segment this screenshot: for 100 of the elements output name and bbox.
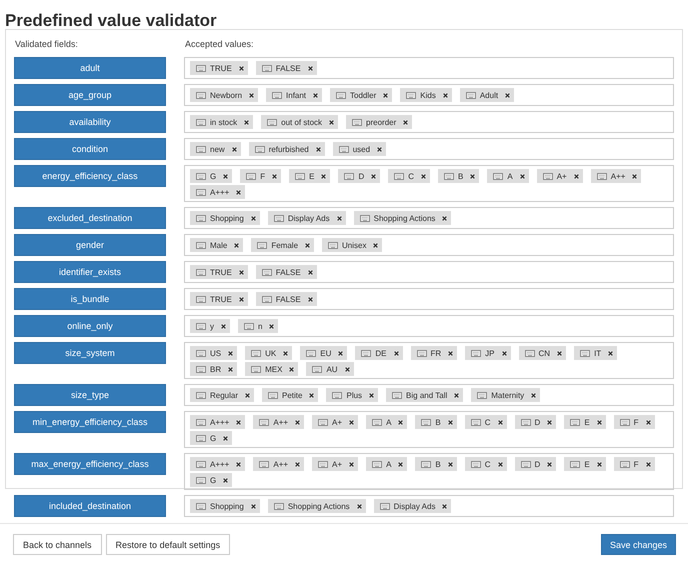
remove-icon[interactable] — [223, 436, 228, 440]
remove-icon[interactable] — [448, 420, 453, 424]
remove-icon[interactable] — [308, 270, 313, 274]
values-field[interactable]: Newborn Infant Toddler Kids Adult — [184, 84, 674, 106]
remove-icon[interactable] — [223, 478, 228, 482]
field-button[interactable]: age_group — [14, 84, 166, 106]
remove-icon[interactable] — [608, 350, 614, 356]
remove-icon[interactable] — [349, 420, 354, 424]
remove-icon[interactable] — [228, 366, 234, 372]
remove-icon[interactable] — [383, 92, 388, 98]
field-button[interactable]: size_type — [14, 384, 166, 406]
field-button[interactable]: excluded_destination — [14, 207, 166, 229]
remove-icon[interactable] — [498, 462, 503, 466]
remove-icon[interactable] — [498, 420, 503, 424]
values-field[interactable]: A+++ A++ A+ A B C D E F G — [184, 453, 674, 490]
remove-icon[interactable] — [238, 66, 244, 70]
remove-icon[interactable] — [228, 350, 234, 356]
field-button[interactable]: identifier_exists — [14, 261, 166, 283]
remove-icon[interactable] — [373, 242, 378, 248]
remove-icon[interactable] — [309, 392, 314, 398]
remove-icon[interactable] — [369, 392, 374, 398]
remove-icon[interactable] — [238, 270, 244, 274]
field-button[interactable]: condition — [14, 138, 166, 160]
remove-icon[interactable] — [448, 462, 453, 466]
remove-icon[interactable] — [272, 174, 278, 178]
field-button[interactable]: included_destination — [14, 495, 166, 517]
field-button[interactable]: online_only — [14, 315, 166, 337]
remove-icon[interactable] — [336, 216, 342, 220]
remove-icon[interactable] — [316, 146, 321, 152]
remove-icon[interactable] — [308, 296, 313, 302]
remove-icon[interactable] — [344, 366, 350, 372]
remove-icon[interactable] — [283, 350, 288, 356]
remove-icon[interactable] — [295, 420, 300, 424]
save-button[interactable]: Save changes — [600, 534, 676, 555]
remove-icon[interactable] — [421, 174, 426, 178]
field-button[interactable]: adult — [14, 57, 166, 79]
remove-icon[interactable] — [349, 462, 354, 466]
remove-icon[interactable] — [223, 174, 228, 178]
remove-icon[interactable] — [295, 462, 300, 466]
values-field[interactable]: TRUE FALSE — [184, 57, 674, 79]
values-field[interactable]: new refurbished used — [184, 138, 674, 160]
field-button[interactable]: energy_efficiency_class — [14, 165, 166, 187]
values-field[interactable]: A+++ A++ A+ A B C D E F G — [184, 411, 674, 448]
remove-icon[interactable] — [236, 462, 242, 466]
remove-icon[interactable] — [398, 462, 404, 466]
remove-icon[interactable] — [377, 146, 382, 152]
remove-icon[interactable] — [596, 462, 602, 466]
remove-icon[interactable] — [305, 242, 310, 248]
remove-icon[interactable] — [547, 420, 552, 424]
values-field[interactable]: TRUE FALSE — [184, 288, 674, 310]
remove-icon[interactable] — [531, 392, 536, 398]
remove-icon[interactable] — [329, 120, 334, 124]
remove-icon[interactable] — [269, 324, 274, 328]
remove-icon[interactable] — [371, 174, 376, 178]
remove-icon[interactable] — [308, 66, 313, 70]
field-button[interactable]: min_energy_efficiency_class — [14, 411, 166, 433]
values-field[interactable]: in stock out of stock preorder — [184, 111, 674, 133]
remove-icon[interactable] — [448, 350, 454, 356]
values-field[interactable]: Shopping Shopping Actions Display Ads — [184, 495, 674, 517]
remove-icon[interactable] — [249, 92, 254, 98]
remove-icon[interactable] — [245, 392, 250, 398]
remove-icon[interactable] — [596, 420, 602, 424]
remove-icon[interactable] — [232, 146, 237, 152]
remove-icon[interactable] — [646, 420, 651, 424]
remove-icon[interactable] — [470, 174, 476, 178]
remove-icon[interactable] — [338, 350, 344, 356]
remove-icon[interactable] — [632, 174, 638, 178]
field-button[interactable]: max_energy_efficiency_class — [14, 453, 166, 475]
field-button[interactable]: is_bundle — [14, 288, 166, 310]
remove-icon[interactable] — [356, 504, 362, 508]
remove-icon[interactable] — [250, 216, 256, 220]
remove-icon[interactable] — [236, 190, 242, 194]
remove-icon[interactable] — [238, 296, 244, 302]
remove-icon[interactable] — [244, 120, 250, 124]
values-field[interactable]: G F E D C B A A+ A++ A+++ — [184, 165, 674, 202]
remove-icon[interactable] — [250, 504, 256, 508]
values-field[interactable]: US UK EU DE FR JP CN IT BR MEX AU — [184, 342, 674, 379]
remove-icon[interactable] — [557, 350, 562, 356]
remove-icon[interactable] — [442, 504, 448, 508]
remove-icon[interactable] — [520, 174, 525, 178]
values-field[interactable]: Shopping Display Ads Shopping Actions — [184, 207, 674, 229]
values-field[interactable]: TRUE FALSE — [184, 261, 674, 283]
field-button[interactable]: size_system — [14, 342, 166, 364]
remove-icon[interactable] — [403, 120, 408, 124]
remove-icon[interactable] — [321, 174, 326, 178]
secondary-button[interactable]: Restore to default settings — [106, 534, 230, 555]
field-button[interactable]: availability — [14, 111, 166, 133]
remove-icon[interactable] — [454, 392, 460, 398]
remove-icon[interactable] — [398, 420, 404, 424]
remove-icon[interactable] — [394, 350, 398, 356]
values-field[interactable]: Male Female Unisex — [184, 234, 674, 256]
remove-icon[interactable] — [646, 462, 651, 466]
remove-icon[interactable] — [442, 92, 448, 98]
remove-icon[interactable] — [574, 174, 579, 178]
field-button[interactable]: gender — [14, 234, 166, 256]
remove-icon[interactable] — [442, 216, 448, 220]
remove-icon[interactable] — [547, 462, 552, 466]
remove-icon[interactable] — [313, 92, 318, 98]
secondary-button[interactable]: Back to channels — [13, 534, 102, 555]
remove-icon[interactable] — [289, 366, 294, 372]
